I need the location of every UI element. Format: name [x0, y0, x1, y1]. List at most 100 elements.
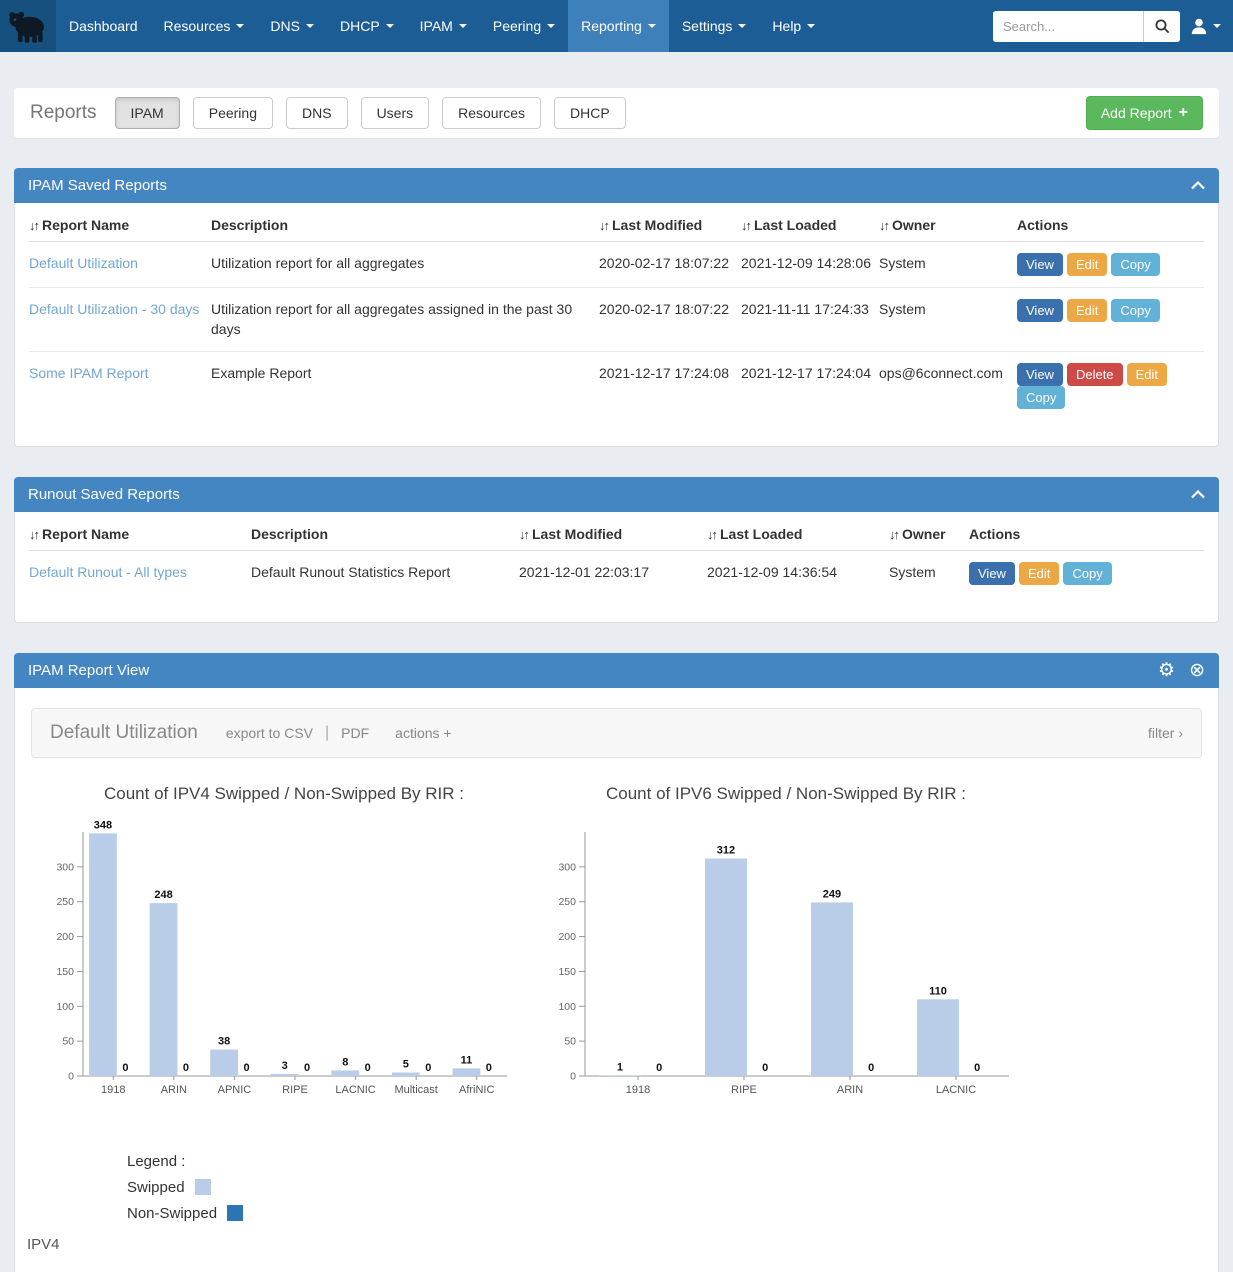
nav-item-ipam[interactable]: IPAM [407, 0, 480, 52]
cell-loaded: 2021-12-09 14:28:06 [741, 242, 879, 288]
sort-icon[interactable]: ↓↑ [889, 527, 898, 542]
edit-button[interactable]: Edit [1067, 253, 1107, 276]
edit-button[interactable]: Edit [1067, 299, 1107, 322]
main-menu: DashboardResourcesDNS DHCP IPAMPeering Repo… [56, 0, 828, 52]
svg-text:0: 0 [122, 1062, 128, 1074]
chevron-down-icon [547, 24, 555, 28]
view-button[interactable]: View [969, 562, 1015, 585]
view-button[interactable]: View [1017, 253, 1063, 276]
cell-actions: ViewEditCopy [1017, 242, 1204, 288]
user-menu[interactable] [1190, 17, 1221, 35]
view-button[interactable]: View [1017, 299, 1063, 322]
nav-item-resources[interactable]: Resources [151, 0, 258, 52]
report-name-link[interactable]: Some IPAM Report [29, 365, 149, 381]
legend-swatch [227, 1205, 243, 1221]
edit-button[interactable]: Edit [1019, 562, 1059, 585]
report-name: Default Utilization [50, 722, 198, 744]
sort-icon[interactable]: ↓↑ [29, 527, 38, 542]
report-tab-peering[interactable]: Peering [193, 97, 273, 129]
sort-icon[interactable]: ↓↑ [599, 218, 608, 233]
nav-item-peering[interactable]: Peering [480, 0, 568, 52]
user-caret-icon [1213, 24, 1221, 28]
report-tab-users[interactable]: Users [361, 97, 430, 129]
report-name-link[interactable]: Default Utilization [29, 255, 138, 271]
nav-item-dns[interactable]: DNS [257, 0, 327, 52]
edit-button[interactable]: Edit [1127, 363, 1167, 386]
reports-title: Reports [30, 102, 97, 124]
search-input[interactable] [993, 11, 1143, 42]
legend-item: Swipped [127, 1179, 1202, 1196]
cell-modified: 2020-02-17 18:07:22 [599, 288, 741, 352]
copy-button[interactable]: Copy [1111, 299, 1159, 322]
close-circle-icon[interactable]: ⊗ [1189, 661, 1205, 680]
cell-description: Default Runout Statistics Report [251, 550, 519, 596]
svg-text:0: 0 [365, 1062, 371, 1074]
nav-item-dashboard[interactable]: Dashboard [56, 0, 151, 52]
app-logo[interactable] [0, 0, 56, 52]
nav-item-settings[interactable]: Settings [669, 0, 760, 52]
column-header-owner[interactable]: ↓↑Owner [879, 203, 1017, 242]
svg-text:8: 8 [342, 1056, 348, 1068]
sort-icon[interactable]: ↓↑ [741, 218, 750, 233]
column-header-report-name[interactable]: ↓↑Report Name [29, 512, 251, 551]
report-tab-ipam[interactable]: IPAM [115, 97, 180, 129]
copy-button[interactable]: Copy [1111, 253, 1159, 276]
nav-item-reporting[interactable]: Reporting [568, 0, 669, 52]
delete-button[interactable]: Delete [1067, 363, 1123, 386]
ipam-report-view-header: IPAM Report View ⚙ ⊗ [14, 653, 1219, 688]
svg-text:50: 50 [62, 1035, 74, 1047]
report-tab-resources[interactable]: Resources [442, 97, 541, 129]
ipam-saved-reports-header[interactable]: IPAM Saved Reports [14, 168, 1219, 203]
plus-icon: + [1179, 105, 1188, 121]
chevron-up-icon[interactable] [1191, 181, 1205, 190]
search-icon [1154, 18, 1171, 35]
column-header-last-modified[interactable]: ↓↑Last Modified [519, 512, 707, 551]
chevron-up-icon[interactable] [1191, 490, 1205, 499]
copy-button[interactable]: Copy [1063, 562, 1111, 585]
nav-item-label: DHCP [340, 18, 380, 34]
sort-icon[interactable]: ↓↑ [29, 218, 38, 233]
legend-label: Swipped [127, 1179, 185, 1196]
column-header-last-loaded[interactable]: ↓↑Last Loaded [707, 512, 889, 551]
add-report-button[interactable]: Add Report + [1086, 96, 1203, 130]
svg-text:0: 0 [183, 1062, 189, 1074]
nav-item-help[interactable]: Help [759, 0, 828, 52]
report-name-link[interactable]: Default Runout - All types [29, 564, 187, 580]
sort-icon[interactable]: ↓↑ [879, 218, 888, 233]
svg-text:LACNIC: LACNIC [335, 1084, 375, 1096]
column-header-owner[interactable]: ↓↑Owner [889, 512, 969, 551]
view-button[interactable]: View [1017, 363, 1063, 386]
cell-modified: 2020-02-17 18:07:22 [599, 242, 741, 288]
column-header-last-loaded[interactable]: ↓↑Last Loaded [741, 203, 879, 242]
column-header-report-name[interactable]: ↓↑Report Name [29, 203, 211, 242]
column-header-last-modified[interactable]: ↓↑Last Modified [599, 203, 741, 242]
report-tab-dhcp[interactable]: DHCP [554, 97, 626, 129]
copy-button[interactable]: Copy [1017, 386, 1065, 409]
svg-text:250: 250 [56, 896, 74, 908]
pdf-link[interactable]: PDF [341, 725, 369, 741]
svg-text:300: 300 [558, 861, 576, 873]
svg-text:0: 0 [486, 1062, 492, 1074]
nav-item-label: Reporting [581, 18, 642, 34]
ipv6-chart-title: Count of IPV6 Swipped / Non-Swipped By R… [547, 784, 1025, 804]
panel-title: IPAM Report View [28, 662, 149, 679]
report-name-link[interactable]: Default Utilization - 30 days [29, 301, 199, 317]
nav-item-dhcp[interactable]: DHCP [327, 0, 407, 52]
svg-text:AfriNIC: AfriNIC [459, 1084, 495, 1096]
sort-icon[interactable]: ↓↑ [519, 527, 528, 542]
svg-text:150: 150 [56, 966, 74, 978]
actions-menu[interactable]: actions + [395, 725, 451, 741]
sort-icon[interactable]: ↓↑ [707, 527, 716, 542]
svg-text:248: 248 [154, 889, 172, 901]
svg-text:38: 38 [218, 1035, 230, 1047]
filter-toggle[interactable]: filter › [1148, 725, 1183, 741]
cell-loaded: 2021-12-17 17:24:04 [741, 351, 879, 420]
report-tab-dns[interactable]: DNS [286, 97, 348, 129]
search-button[interactable] [1143, 11, 1180, 42]
export-csv-link[interactable]: export to CSV [226, 725, 313, 741]
runout-saved-reports-header[interactable]: Runout Saved Reports [14, 477, 1219, 512]
svg-text:110: 110 [929, 985, 947, 997]
gear-icon[interactable]: ⚙ [1158, 661, 1175, 680]
svg-text:5: 5 [403, 1058, 409, 1070]
runout-saved-reports-panel: Runout Saved Reports ↓↑Report NameDescri… [14, 477, 1219, 623]
